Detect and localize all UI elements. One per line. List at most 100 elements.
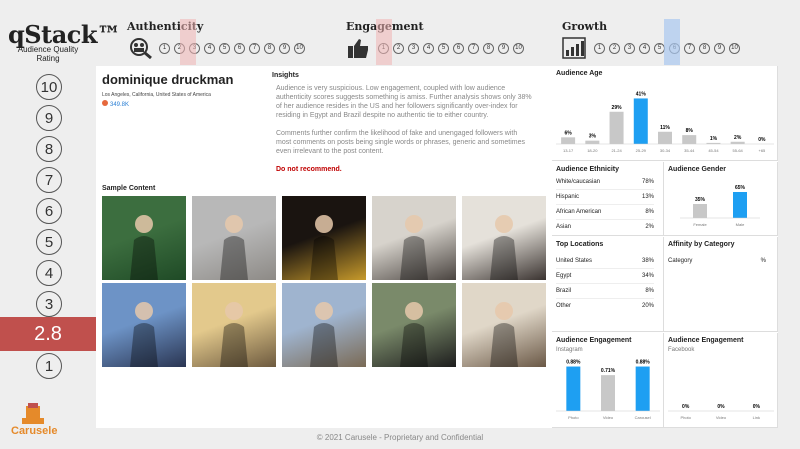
data-label: 0.71% — [601, 368, 616, 374]
tick-label: Carousel — [635, 415, 651, 420]
profile-location: Los Angeles, California, United States o… — [102, 92, 211, 98]
score-circle-9: 9 — [279, 42, 290, 54]
score-circle-1: 1 — [159, 42, 170, 54]
score-circle-10: 10 — [729, 42, 740, 54]
tick-label: +65 — [758, 148, 766, 153]
table-row: Other 20% — [556, 298, 654, 313]
data-label: 41% — [636, 91, 647, 97]
score-circle-1: 1 — [594, 42, 605, 54]
tick-label: 13-17 — [563, 148, 574, 153]
score-circle-8: 8 — [699, 42, 710, 54]
row-label: Asian — [556, 224, 572, 230]
tick-label: 45-54 — [708, 148, 719, 153]
sample-photo[interactable] — [102, 196, 186, 280]
header-authenticity: Authenticity12345678910 — [127, 20, 309, 60]
bar-21-24 — [609, 111, 624, 144]
scale-circle-3: 3 — [36, 291, 62, 317]
panel-title: Audience Engagement — [556, 337, 632, 344]
score-circle-7: 7 — [249, 42, 260, 54]
score-circle-5: 5 — [219, 42, 230, 54]
tick-label: 21-24 — [611, 148, 622, 153]
bar-Carousel — [635, 366, 650, 411]
sample-photo[interactable] — [192, 283, 276, 367]
authenticity-highlight — [180, 19, 196, 65]
score-circle-8: 8 — [264, 42, 275, 54]
tick-label: Female — [693, 222, 707, 227]
row-value: 34% — [641, 273, 654, 279]
row-value: 78% — [641, 178, 654, 185]
insights-body: Audience is very suspicious. Low engagem… — [276, 84, 534, 183]
score-circle-2: 2 — [609, 42, 620, 54]
audience-age-chart: 6% 13-17 3% 18-20 29% 21-24 41% 25-29 11% 30-34 8%… — [556, 91, 774, 153]
scale-circle-6: 6 — [36, 198, 62, 224]
sample-photo[interactable] — [372, 196, 456, 280]
row-value: 2% — [645, 224, 654, 230]
score-circle-7: 7 — [468, 42, 479, 54]
bar-35-44 — [682, 135, 697, 144]
instagram-icon — [102, 100, 108, 106]
scale-circle-8: 8 — [36, 136, 62, 162]
bar-Photo — [566, 366, 581, 411]
score-circle-7: 7 — [684, 42, 695, 54]
sample-photo[interactable] — [462, 283, 546, 367]
row-label: Brazil — [556, 288, 572, 294]
sample-photo[interactable] — [372, 283, 456, 367]
tick-label: 30-34 — [660, 148, 671, 153]
table-row: Hispanic 13% — [556, 189, 654, 204]
score-circle-9: 9 — [498, 42, 509, 54]
sample-photo[interactable] — [192, 196, 276, 280]
sample-photo[interactable] — [462, 196, 546, 280]
score-circle-4: 4 — [639, 42, 650, 54]
data-label: 1% — [710, 136, 718, 142]
sample-photo[interactable] — [102, 283, 186, 367]
engagement-highlight — [376, 19, 392, 65]
data-label: 0% — [753, 404, 761, 410]
row-label: Other — [556, 303, 572, 309]
follower-count: 349.8K — [102, 100, 129, 108]
tick-label: Male — [736, 222, 745, 227]
score-circle-6: 6 — [234, 42, 245, 54]
panel-title: Audience Engagement — [668, 337, 744, 344]
instagram-engagement-chart: 0.88% Photo 0.71% Video 0.88% Carousel — [556, 360, 660, 420]
rating-sidebar: qStack™ Audience Quality Rating 10 9 8 7 6 5 4… — [0, 0, 121, 449]
data-label: 2% — [734, 135, 742, 141]
score-circle-4: 4 — [204, 42, 215, 54]
score-circle-4: 4 — [423, 42, 434, 54]
data-label: 29% — [612, 105, 623, 111]
score-circle-10: 10 — [294, 42, 305, 54]
insights-title: Insights — [272, 72, 299, 79]
score-circle-3: 3 — [408, 42, 419, 54]
insights-paragraph: Comments further confirm the likelihood … — [276, 130, 526, 155]
bar-30-34 — [658, 131, 672, 144]
bar-55-64 — [730, 141, 745, 144]
table-row: White/caucasian 78% — [556, 174, 654, 189]
ethnicity-panel: Audience Ethnicity White/caucasian 78% His… — [552, 162, 664, 236]
sample-photo[interactable] — [282, 196, 366, 280]
score-circle-8: 8 — [483, 42, 494, 54]
tick-label: Video — [716, 415, 727, 420]
bar-growth-icon — [562, 37, 588, 59]
tick-label: 18-20 — [587, 148, 598, 153]
row-label: White/caucasian — [556, 178, 601, 185]
footer: © 2021 Carusele - Proprietary and Confid… — [316, 433, 484, 442]
score-circle-5: 5 — [438, 42, 449, 54]
row-value: 13% — [641, 194, 654, 200]
tick-label: Photo — [680, 415, 691, 420]
facebook-engagement-panel: Audience Engagement Facebook 0% Photo 0% Vi… — [664, 333, 778, 428]
affinity-table: Category% — [668, 253, 766, 268]
brand-subtitle-2: Rating — [36, 54, 60, 63]
score-circle-2: 2 — [393, 42, 404, 54]
tick-label: Photo — [568, 415, 579, 420]
report-body: dominique druckman Los Angeles, Californ… — [96, 66, 778, 428]
magnifier-people-icon — [127, 37, 153, 60]
data-label: 65% — [735, 185, 746, 191]
row-label: African American — [556, 209, 602, 215]
table-row: African American 8% — [556, 204, 654, 219]
scale-circle-10: 10 — [36, 74, 62, 100]
panel-title: Affinity by Category — [668, 241, 735, 248]
locations-table: United States 38% Egypt 34% Brazil 8% Other 20% — [556, 253, 654, 313]
data-label: 3% — [589, 134, 597, 140]
score-band: 2.8 — [0, 317, 96, 351]
sample-photo[interactable] — [282, 283, 366, 367]
audience-age-panel: Audience Age 6% 13-17 3% 18-20 29% 21-24 41% 25… — [552, 66, 778, 161]
